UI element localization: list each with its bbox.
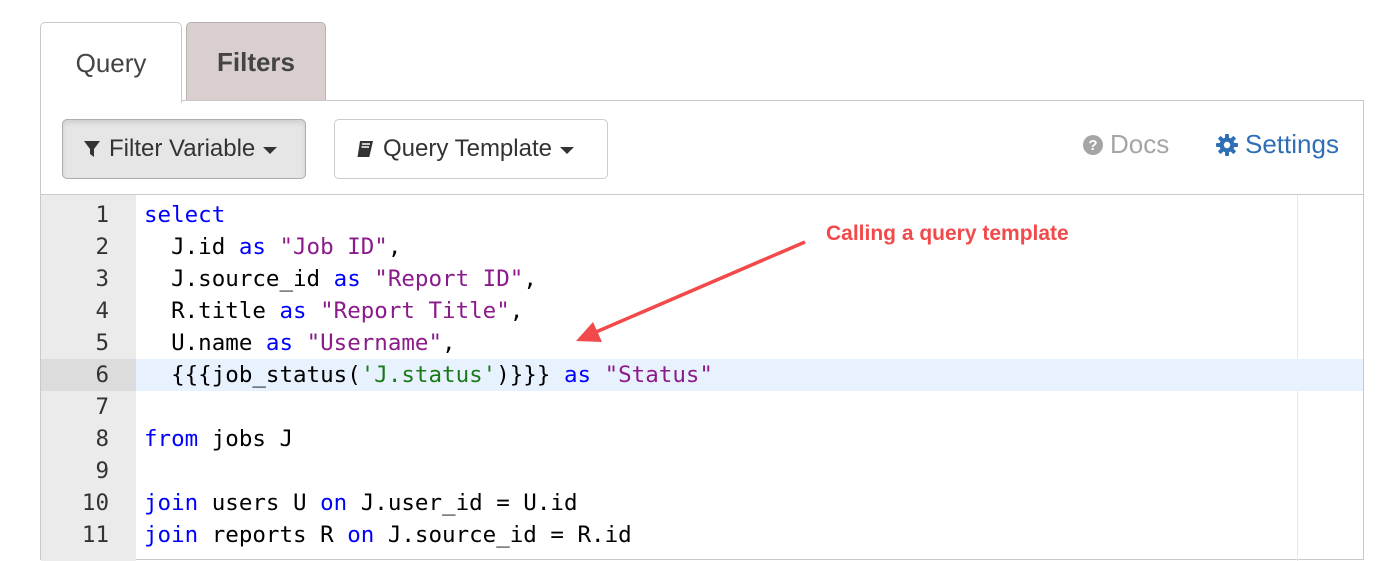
code-line[interactable]: 11 join reports R on J.source_id = R.id (41, 519, 1363, 551)
code-text: U.name as "Username", (144, 330, 456, 356)
line-number: 3 (95, 266, 109, 292)
tab-filters[interactable]: Filters (186, 22, 326, 101)
code-line[interactable]: 1 select (41, 199, 1363, 231)
filter-variable-button[interactable]: Filter Variable (62, 119, 306, 179)
code-text: R.title as "Report Title", (144, 298, 524, 324)
code-text: join reports R on J.source_id = R.id (144, 522, 632, 548)
line-number: 2 (95, 234, 109, 260)
editor-toolbar: Filter Variable Query Template ? Docs Se… (41, 101, 1363, 195)
code-text: from jobs J (144, 426, 294, 452)
code-line[interactable]: 9 (41, 455, 1363, 487)
line-number: 7 (95, 394, 109, 420)
line-number: 9 (95, 458, 109, 484)
code-text: {{{job_status('J.status')}}} as "Status" (144, 362, 713, 388)
filter-variable-label: Filter Variable (109, 135, 256, 162)
code-line[interactable]: 2 J.id as "Job ID", (41, 231, 1363, 263)
code-text: J.id as "Job ID", (144, 234, 402, 260)
question-circle-icon: ? (1082, 134, 1104, 156)
line-number: 5 (95, 330, 109, 356)
code-editor[interactable]: 1 select 2 J.id as "Job ID", 3 J.source_i… (41, 195, 1363, 561)
line-number: 6 (41, 359, 136, 391)
code-line[interactable]: 4 R.title as "Report Title", (41, 295, 1363, 327)
settings-link[interactable]: Settings (1215, 129, 1339, 160)
tab-query-label: Query (75, 47, 147, 78)
line-number: 4 (95, 298, 109, 324)
filter-icon (83, 139, 101, 159)
caret-down-icon (263, 147, 278, 154)
code-line[interactable]: 10 join users U on J.user_id = U.id (41, 487, 1363, 519)
line-number: 10 (81, 490, 109, 516)
docs-link[interactable]: ? Docs (1082, 129, 1169, 160)
code-text: join users U on J.user_id = U.id (144, 490, 578, 516)
query-panel: Filter Variable Query Template ? Docs Se… (40, 100, 1364, 561)
code-line[interactable]: 5 U.name as "Username", (41, 327, 1363, 359)
tab-query[interactable]: Query (40, 22, 182, 103)
line-number: 1 (95, 202, 109, 228)
query-template-button[interactable]: Query Template (334, 119, 608, 179)
code-text: J.source_id as "Report ID", (144, 266, 537, 292)
code-line-active[interactable]: 6 {{{job_status('J.status')}}} as "Statu… (41, 359, 1363, 391)
docs-label: Docs (1110, 129, 1170, 159)
code-line[interactable]: 7 (41, 391, 1363, 423)
annotation-label: Calling a query template (826, 222, 1069, 245)
code-line[interactable]: 3 J.source_id as "Report ID", (41, 263, 1363, 295)
settings-label: Settings (1245, 129, 1339, 159)
line-number: 11 (81, 522, 109, 548)
query-template-label: Query Template (383, 135, 552, 162)
caret-down-icon (559, 147, 574, 154)
tab-filters-label: Filters (216, 46, 296, 77)
book-icon (355, 139, 375, 159)
editor-lines: 1 select 2 J.id as "Job ID", 3 J.source_i… (41, 199, 1363, 551)
line-number: 8 (95, 426, 109, 452)
gear-icon (1215, 133, 1239, 157)
svg-text:?: ? (1088, 137, 1097, 154)
code-text: select (144, 202, 226, 228)
code-line[interactable]: 8 from jobs J (41, 423, 1363, 455)
